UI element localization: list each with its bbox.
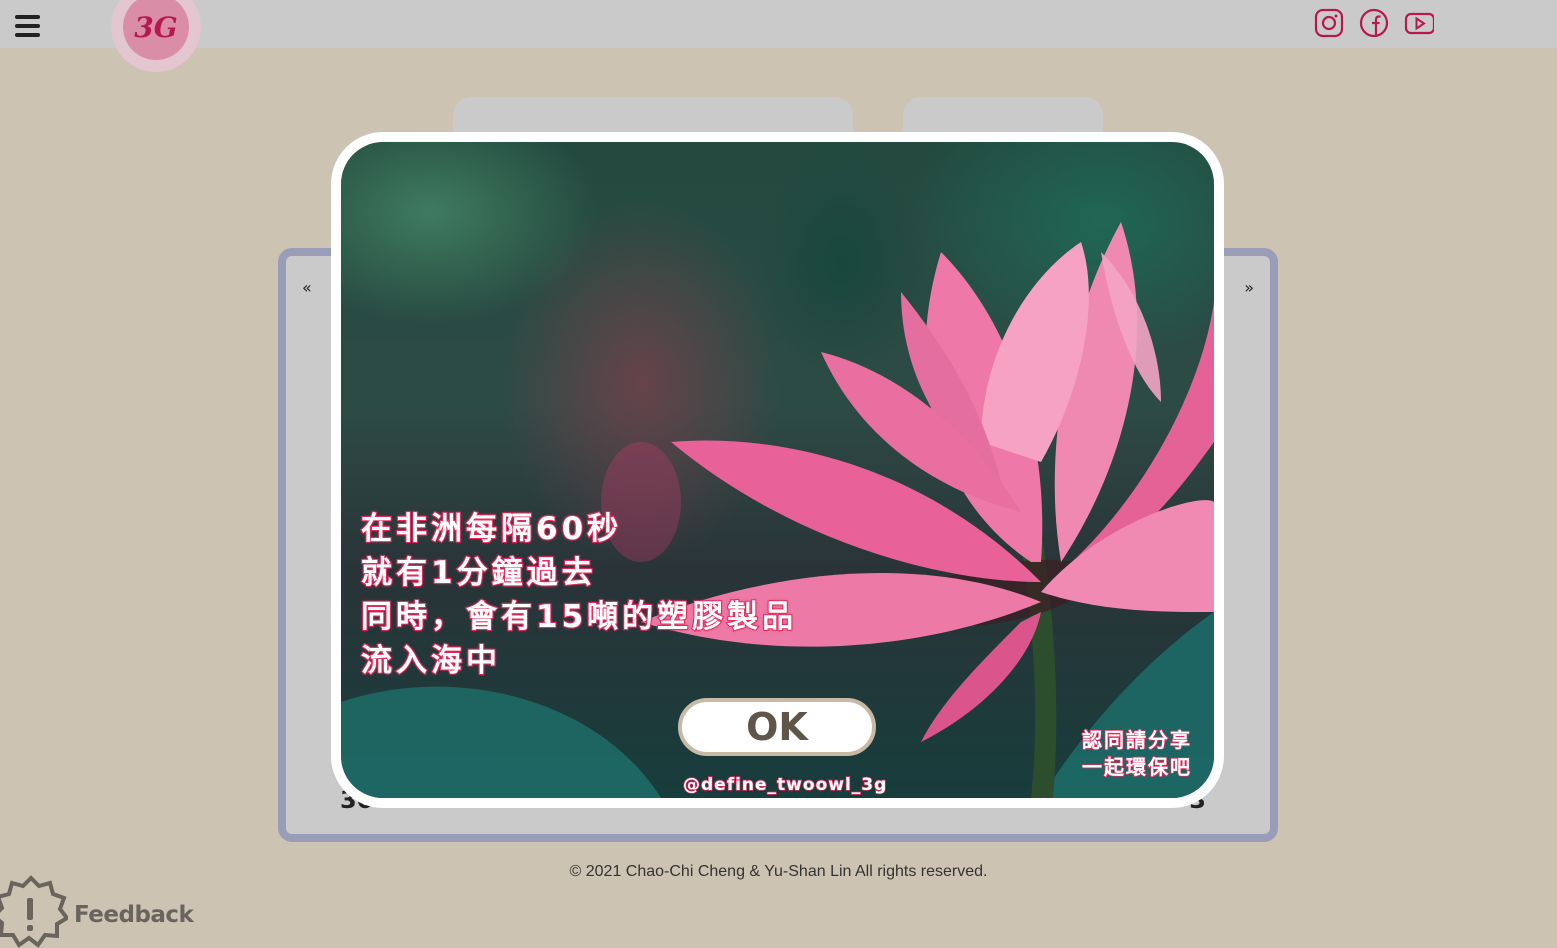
ok-button[interactable]: OK — [678, 698, 876, 756]
hamburger-icon[interactable] — [15, 15, 40, 37]
instagram-handle: @define_twoowl_3g — [682, 774, 888, 796]
site-logo[interactable]: 3G — [111, 0, 201, 72]
facebook-icon[interactable] — [1359, 8, 1389, 38]
hamburger-line — [15, 33, 40, 37]
message-line: 流入海中 — [360, 642, 501, 680]
share-caption: 認同請分享 一起環保吧 — [1081, 727, 1192, 781]
hamburger-line — [15, 15, 40, 19]
alert-badge-icon — [0, 875, 68, 948]
top-bar — [0, 0, 1557, 48]
modal-message: 在非洲每隔60秒 就有1分鐘過去 同時，會有15噸的塑膠製品 流入海中 — [360, 507, 798, 683]
message-line: 在非洲每隔60秒 — [360, 510, 623, 548]
message-line: 同時，會有15噸的塑膠製品 — [360, 598, 798, 636]
message-line: 就有1分鐘過去 — [360, 554, 597, 592]
logo-text: 3G — [123, 0, 189, 60]
feedback-label: Feedback — [74, 902, 194, 928]
carousel-next-button[interactable]: » — [1244, 278, 1254, 297]
share-line: 一起環保吧 — [1081, 754, 1192, 780]
footer-copyright: © 2021 Chao-Chi Cheng & Yu-Shan Lin All … — [569, 863, 988, 880]
lotus-photo: 在非洲每隔60秒 就有1分鐘過去 同時，會有15噸的塑膠製品 流入海中 OK @… — [341, 142, 1214, 798]
share-line: 認同請分享 — [1081, 727, 1192, 753]
feedback-button[interactable]: Feedback — [0, 872, 200, 948]
instagram-icon[interactable] — [1314, 8, 1344, 38]
popup-modal: 在非洲每隔60秒 就有1分鐘過去 同時，會有15噸的塑膠製品 流入海中 OK @… — [331, 132, 1224, 808]
youtube-icon[interactable] — [1404, 8, 1434, 38]
hamburger-line — [15, 24, 40, 28]
carousel-prev-button[interactable]: « — [302, 278, 312, 297]
